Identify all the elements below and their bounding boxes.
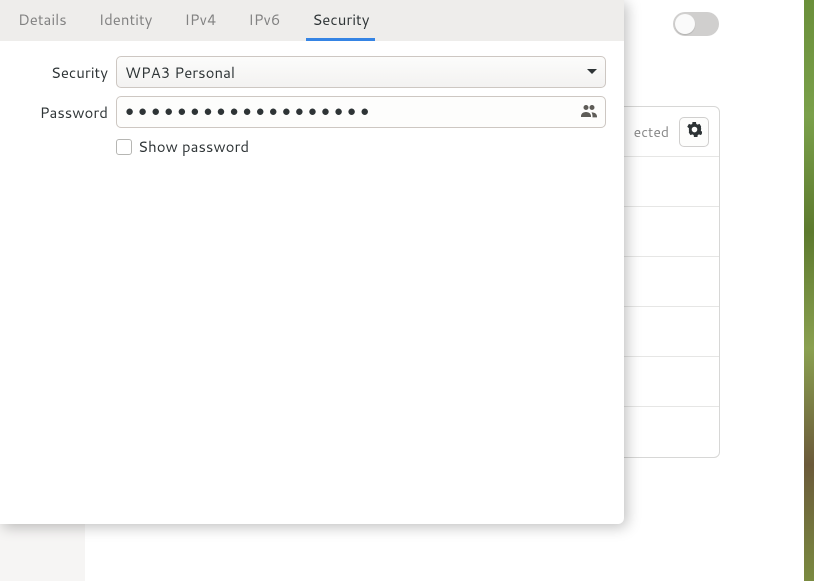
desktop-wallpaper-edge xyxy=(804,0,814,581)
tab-ipv6[interactable]: IPv6 xyxy=(232,0,296,41)
security-row: Security WPA3 Personal xyxy=(0,56,606,88)
tab-identity[interactable]: Identity xyxy=(83,0,169,41)
password-value: ●●●●●●●●●●●●●●●●●●● xyxy=(125,103,581,118)
password-label: Password xyxy=(0,102,116,123)
chevron-down-icon xyxy=(587,67,597,77)
security-value: WPA3 Personal xyxy=(125,62,587,83)
wifi-settings-button[interactable] xyxy=(679,117,709,147)
show-password-row: Show password xyxy=(0,136,606,157)
password-field[interactable]: ●●●●●●●●●●●●●●●●●●● xyxy=(116,96,606,128)
tab-ipv4[interactable]: IPv4 xyxy=(168,0,232,41)
toggle-knob xyxy=(675,14,695,34)
users-icon[interactable] xyxy=(581,102,597,123)
tab-details[interactable]: Details xyxy=(2,0,83,41)
tab-bar: Details Identity IPv4 IPv6 Security xyxy=(0,0,624,42)
gear-icon xyxy=(687,121,702,142)
wifi-toggle[interactable] xyxy=(673,12,719,36)
security-form: Security WPA3 Personal Password ●●●●●●●●… xyxy=(0,42,624,157)
show-password-label: Show password xyxy=(138,136,249,157)
wifi-status-label: ected xyxy=(634,122,669,142)
tab-security[interactable]: Security xyxy=(296,0,385,41)
security-dropdown[interactable]: WPA3 Personal xyxy=(116,56,606,88)
connection-settings-dialog: Details Identity IPv4 IPv6 Security Secu… xyxy=(0,0,624,524)
show-password-checkbox[interactable] xyxy=(116,139,132,155)
security-label: Security xyxy=(0,62,116,83)
password-row: Password ●●●●●●●●●●●●●●●●●●● xyxy=(0,96,606,128)
